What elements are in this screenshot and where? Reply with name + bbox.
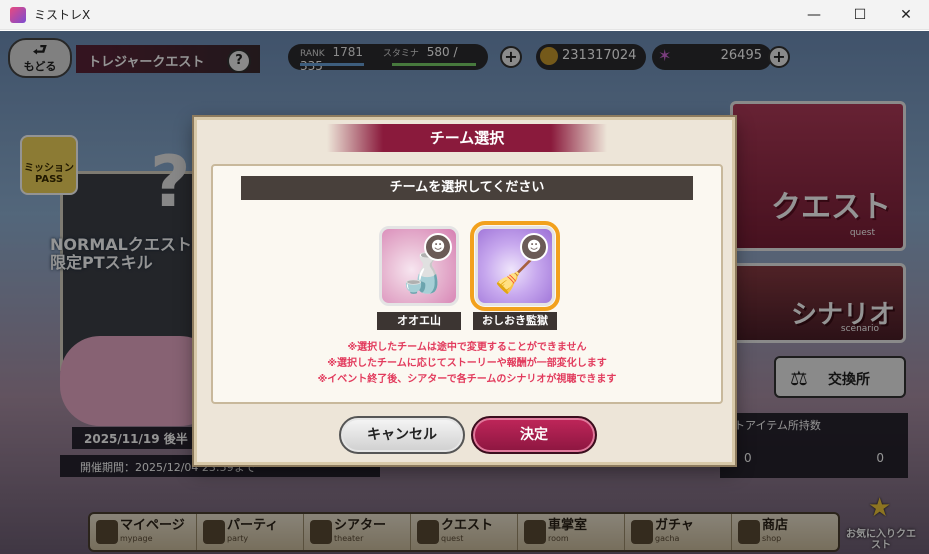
window-title: ミストレX	[34, 8, 91, 22]
team-name: おしおき監獄	[473, 312, 557, 330]
team-emblem: 🧹 ☻	[470, 221, 560, 311]
select-prompt: チームを選択してください	[241, 176, 693, 200]
window-titlebar: ミストレX — ☐ ✕	[0, 0, 929, 30]
cancel-button[interactable]: キャンセル	[339, 416, 465, 454]
maximize-button[interactable]: ☐	[837, 0, 883, 30]
oni-badge-icon: ☻	[424, 233, 452, 261]
close-button[interactable]: ✕	[883, 0, 929, 30]
notice-line: ※選択したチームに応じてストーリーや報酬が一部変化します	[327, 358, 607, 369]
team-option-oshioki-prison[interactable]: 🧹 ☻ おしおき監獄	[470, 221, 560, 330]
minimize-button[interactable]: —	[791, 0, 837, 30]
team-emblem: 🍶 ☻	[379, 226, 459, 306]
team-name: オオエ山	[377, 312, 461, 330]
dialog-body: チームを選択してください 🍶 ☻ オオエ山 🧹 ☻ おしおき監獄 ※選択したチー…	[211, 164, 723, 404]
team-select-dialog: チーム選択 チームを選択してください 🍶 ☻ オオエ山 🧹 ☻ おしおき監獄 ※…	[194, 117, 735, 465]
confirm-button[interactable]: 決定	[471, 416, 597, 454]
notice-line: ※イベント終了後、シアターで各チームのシナリオが視聴できます	[317, 374, 617, 385]
app-icon	[10, 6, 26, 23]
dialog-title: チーム選択	[429, 129, 505, 147]
window-controls: — ☐ ✕	[791, 0, 929, 30]
team-option-ooeyama[interactable]: 🍶 ☻ オオエ山	[377, 226, 461, 330]
notice-line: ※選択したチームは途中で変更することができません	[347, 342, 587, 353]
notice-list: ※選択したチームは途中で変更することができません ※選択したチームに応じてストー…	[213, 340, 721, 388]
maid-badge-icon: ☻	[520, 233, 548, 261]
dialog-header: チーム選択	[327, 124, 607, 152]
